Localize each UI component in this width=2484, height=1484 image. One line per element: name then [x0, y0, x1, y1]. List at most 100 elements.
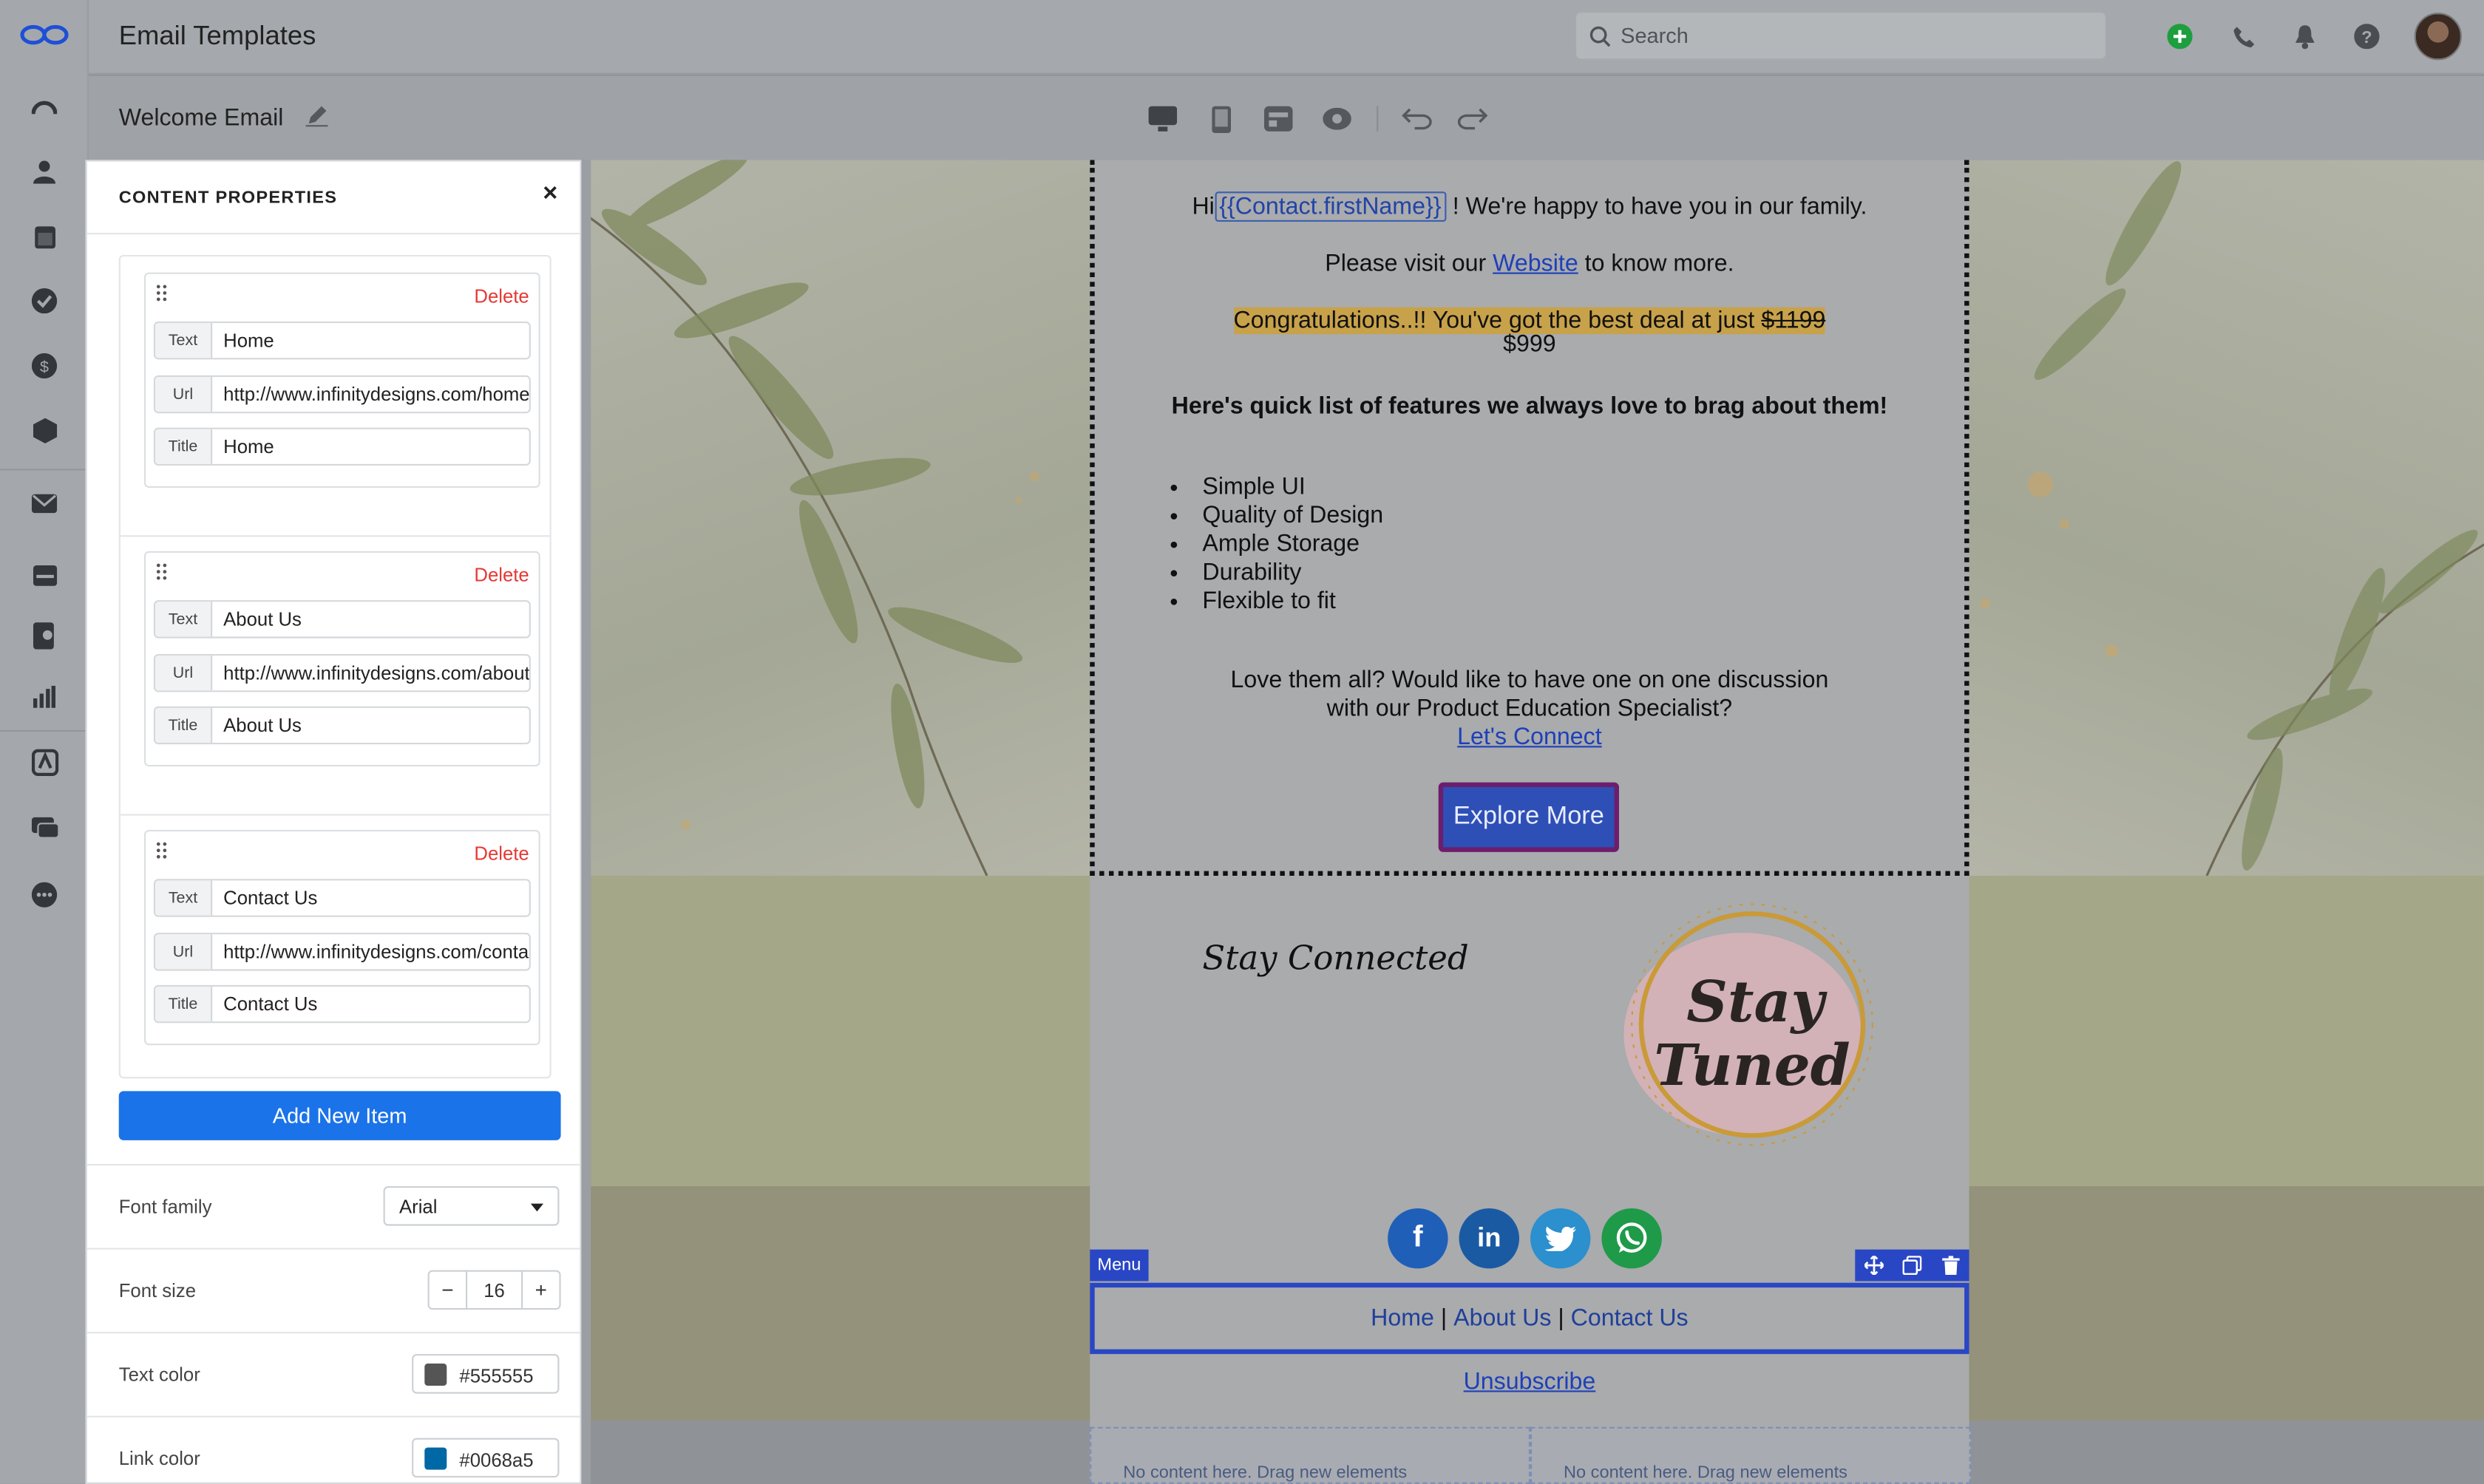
desktop-view-icon[interactable] [1147, 104, 1178, 133]
template-layout-icon[interactable] [1263, 104, 1294, 133]
preview-icon[interactable] [1321, 104, 1353, 133]
link-color-row: Link color #0068a5 [86, 1415, 580, 1483]
field-value[interactable]: About Us [212, 602, 529, 636]
field-value[interactable]: About Us [212, 708, 529, 743]
item-url-field[interactable]: Url http://www.infinitydesigns.com/contac… [153, 933, 531, 971]
canvas-scrollbar[interactable] [581, 160, 591, 1484]
link-color-picker[interactable]: #0068a5 [412, 1437, 560, 1478]
more-icon[interactable] [29, 879, 61, 911]
link-color-label: Link color [118, 1447, 200, 1470]
field-value[interactable]: Home [212, 429, 529, 464]
field-label: Title [155, 987, 213, 1022]
font-size-row: Font size − 16 + [86, 1248, 580, 1332]
linkedin-icon[interactable]: in [1459, 1208, 1519, 1269]
email-icon[interactable] [29, 488, 61, 520]
color-swatch[interactable] [424, 1447, 447, 1470]
badge-line-2: Tuned [1654, 1032, 1850, 1099]
delete-item-button[interactable]: Delete [474, 843, 529, 865]
search-icon [1589, 26, 1611, 47]
delete-item-button[interactable]: Delete [474, 285, 529, 307]
field-label: Text [155, 323, 213, 358]
svg-text:$: $ [40, 358, 49, 376]
deals-icon[interactable]: $ [29, 350, 61, 382]
font-family-label: Font family [118, 1195, 212, 1218]
menu-link-about[interactable]: About Us [1453, 1305, 1551, 1332]
email-menu-block[interactable]: Home | About Us | Contact Us [1090, 1282, 1969, 1355]
menu-link-home[interactable]: Home [1371, 1305, 1434, 1332]
field-value[interactable]: Home [212, 323, 529, 358]
item-title-field[interactable]: Title Home [153, 427, 531, 466]
item-text-field[interactable]: Text Contact Us [153, 879, 531, 917]
page-title: Email Templates [118, 20, 316, 51]
tasks-icon[interactable] [29, 285, 61, 317]
font-size-value[interactable]: 16 [466, 1271, 523, 1308]
item-text-field[interactable]: Text About Us [153, 600, 531, 639]
font-family-select[interactable]: Arial [383, 1186, 560, 1226]
field-label: Url [155, 934, 213, 970]
item-title-field[interactable]: Title About Us [153, 706, 531, 745]
calendar-icon[interactable] [29, 220, 61, 252]
empty-column-placeholder[interactable]: No content here. Drag new elements [1530, 1426, 1971, 1484]
font-family-row: Font family Arial [86, 1164, 580, 1248]
help-icon[interactable]: ? [2352, 22, 2381, 51]
leaf-background-left [574, 154, 1090, 877]
leaf-illustration [574, 154, 1039, 877]
logo-icon[interactable] [19, 19, 70, 51]
redo-icon[interactable] [1456, 104, 1488, 133]
drag-handle-icon[interactable] [155, 284, 168, 303]
add-new-item-button[interactable]: Add New Item [118, 1091, 561, 1140]
text-color-row: Text color #555555 [86, 1332, 580, 1416]
notifications-icon[interactable] [2291, 22, 2320, 51]
item-title-field[interactable]: Title Contact Us [153, 984, 531, 1024]
empty-column-placeholder[interactable]: No content here. Drag new elements [1090, 1426, 1530, 1484]
chat-icon[interactable] [29, 812, 61, 844]
text-color-value: #555555 [459, 1365, 534, 1388]
inbox-icon[interactable] [29, 559, 61, 590]
automation-icon[interactable] [29, 746, 61, 777]
social-icons: f in [1388, 1208, 1662, 1269]
phone-icon[interactable] [2229, 22, 2258, 51]
products-icon[interactable] [29, 415, 61, 446]
delete-item-button[interactable]: Delete [474, 564, 529, 586]
increment-button[interactable]: + [523, 1272, 559, 1308]
field-label: Text [155, 880, 213, 916]
campaigns-icon[interactable] [29, 619, 61, 651]
unsubscribe-link[interactable]: Unsubscribe [1090, 1368, 1969, 1395]
twitter-icon[interactable] [1530, 1208, 1591, 1269]
duplicate-icon[interactable] [1903, 1256, 1923, 1275]
search-input[interactable]: Search [1575, 11, 2107, 61]
item-url-field[interactable]: Url http://www.infinitydesigns.com/home [153, 375, 531, 414]
decrement-button[interactable]: − [430, 1272, 466, 1308]
field-value[interactable]: http://www.infinitydesigns.com/contact [212, 934, 529, 969]
selected-block-outline [1090, 160, 1969, 876]
close-icon[interactable]: × [543, 180, 557, 209]
trash-icon[interactable] [1941, 1256, 1960, 1275]
panel-title: CONTENT PROPERTIES [118, 188, 338, 208]
move-icon[interactable] [1864, 1256, 1884, 1275]
undo-icon[interactable] [1402, 104, 1433, 133]
user-avatar[interactable] [2414, 13, 2462, 61]
color-swatch[interactable] [424, 1364, 447, 1386]
editor-toolbar: Welcome Email [89, 75, 2484, 160]
facebook-icon[interactable]: f [1388, 1208, 1448, 1269]
drag-handle-icon[interactable] [155, 841, 168, 860]
contacts-icon[interactable] [29, 155, 61, 187]
text-color-picker[interactable]: #555555 [412, 1354, 560, 1394]
item-url-field[interactable]: Url http://www.infinitydesigns.com/about [153, 654, 531, 692]
menu-link-contact[interactable]: Contact Us [1571, 1305, 1689, 1332]
edit-name-icon[interactable] [301, 101, 333, 130]
field-value[interactable]: Contact Us [212, 880, 529, 915]
link-color-value: #0068a5 [459, 1449, 534, 1471]
item-text-field[interactable]: Text Home [153, 321, 531, 360]
field-value[interactable]: http://www.infinitydesigns.com/home [212, 377, 529, 412]
field-value[interactable]: http://www.infinitydesigns.com/about [212, 656, 529, 690]
whatsapp-icon[interactable] [1601, 1208, 1662, 1269]
field-value[interactable]: Contact Us [212, 987, 529, 1021]
drag-handle-icon[interactable] [155, 562, 168, 582]
mobile-view-icon[interactable] [1206, 104, 1238, 133]
content-properties-panel: CONTENT PROPERTIES × Delete Text Home Url… [85, 160, 582, 1484]
add-icon[interactable] [2165, 22, 2194, 51]
dashboard-icon[interactable] [29, 90, 61, 122]
font-size-stepper[interactable]: − 16 + [427, 1270, 561, 1310]
reports-icon[interactable] [29, 681, 61, 712]
